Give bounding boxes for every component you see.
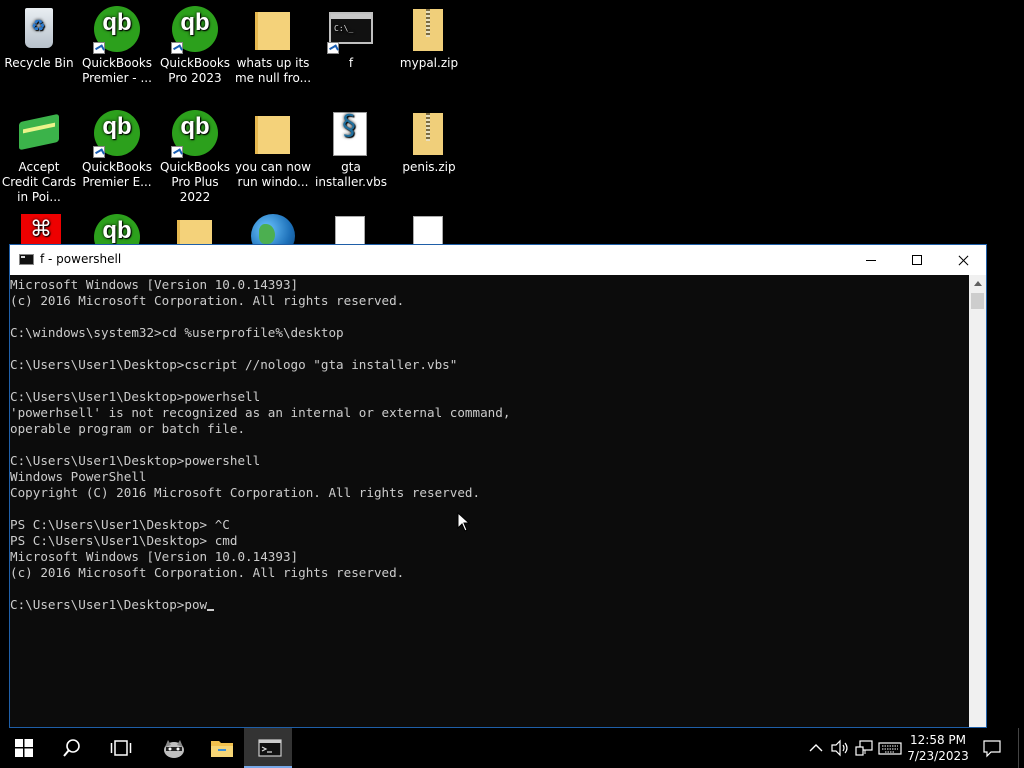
desktop-icon-quickbooks-premier-e[interactable]: qb QuickBooks Premier E... <box>78 104 156 190</box>
desktop-icon-label: QuickBooks Pro Plus 2022 <box>159 160 231 204</box>
action-center-icon[interactable] <box>982 738 1002 758</box>
console-line: operable program or batch file. <box>10 421 246 436</box>
console-line: Microsoft Windows [Version 10.0.14393] <box>10 549 299 564</box>
console-line: PS C:\Users\User1\Desktop> cmd <box>10 533 238 548</box>
shortcut-arrow-icon <box>171 146 183 158</box>
keyboard-icon[interactable] <box>878 738 902 758</box>
desktop-icon-label: Accept Credit Cards in Poi... <box>1 160 77 204</box>
shortcut-arrow-icon <box>171 42 183 54</box>
raccoon-app-icon <box>164 740 184 758</box>
shortcut-arrow-icon <box>93 42 105 54</box>
desktop-icon-accept-credit-cards[interactable]: Accept Credit Cards in Poi... <box>0 104 78 205</box>
file-explorer-icon <box>211 741 233 757</box>
shortcut-arrow-icon <box>327 42 339 54</box>
desktop-icon-label: you can now run windo... <box>235 160 311 189</box>
system-clock[interactable]: 12:58 PM 7/23/2023 <box>906 732 970 764</box>
desktop-icon-label: QuickBooks Pro 2023 <box>159 56 231 85</box>
minimize-button[interactable] <box>848 245 894 275</box>
folder-icon <box>255 116 290 154</box>
console-line: (c) 2016 Microsoft Corporation. All righ… <box>10 293 405 308</box>
console-line: C:\Users\User1\Desktop>cscript //nologo … <box>10 357 458 372</box>
volume-icon[interactable] <box>830 738 850 758</box>
console-line: C:\windows\system32>cd %userprofile%\des… <box>10 325 344 340</box>
recycle-bin-icon <box>25 8 53 48</box>
shortcut-arrow-icon <box>93 146 105 158</box>
maximize-icon <box>912 255 922 265</box>
desktop-icon-folder-null[interactable]: whats up its me null fro... <box>234 0 312 86</box>
taskbar-app-raccoon[interactable] <box>148 728 196 768</box>
folder-icon <box>255 12 290 50</box>
console-line: C:\Users\User1\Desktop>powerhsell <box>10 389 261 404</box>
console-lines: Microsoft Windows [Version 10.0.14393] (c… <box>10 277 970 597</box>
taskbar-console[interactable] <box>244 728 292 768</box>
desktop-icon-label: f <box>348 56 354 70</box>
maximize-button[interactable] <box>894 245 940 275</box>
desktop-icon-label: gta installer.vbs <box>315 160 387 189</box>
desktop-icon-label: Recycle Bin <box>4 56 74 70</box>
minimize-icon <box>866 260 876 261</box>
console-line: 'powerhsell' is not recognized as an int… <box>10 405 511 420</box>
desktop-icon-quickbooks-pro-plus-2022[interactable]: qb QuickBooks Pro Plus 2022 <box>156 104 234 205</box>
desktop-icon-quickbooks-pro-2023[interactable]: qb QuickBooks Pro 2023 <box>156 0 234 86</box>
clock-time: 12:58 PM <box>910 733 966 747</box>
taskbar: 12:58 PM 7/23/2023 <box>0 728 1024 768</box>
desktop-icon-f[interactable]: C:\_ f <box>312 0 390 71</box>
credit-card-icon <box>19 113 59 151</box>
console-line: Microsoft Windows [Version 10.0.14393] <box>10 277 299 292</box>
search-button[interactable] <box>48 728 96 768</box>
network-icon[interactable] <box>854 738 874 758</box>
console-line: PS C:\Users\User1\Desktop> ^C <box>10 517 230 532</box>
close-button[interactable] <box>940 245 986 275</box>
console-line: (c) 2016 Microsoft Corporation. All righ… <box>10 565 405 580</box>
vertical-scrollbar[interactable] <box>969 275 986 727</box>
cmd-shortcut-icon: C:\_ <box>329 12 373 44</box>
console-line: Copyright (C) 2016 Microsoft Corporation… <box>10 485 481 500</box>
desktop-icon-label: QuickBooks Premier - ... <box>81 56 153 85</box>
title-bar[interactable]: f - powershell <box>10 245 986 275</box>
desktop-icon-gta-installer[interactable]: gta installer.vbs <box>312 104 390 190</box>
desktop-icon-recycle-bin[interactable]: Recycle Bin <box>0 0 78 71</box>
show-hidden-icons-chevron-icon[interactable] <box>806 738 826 758</box>
desktop-icon-label: penis.zip <box>402 160 456 174</box>
vbs-script-icon <box>333 112 367 156</box>
windows-logo-icon <box>15 739 33 757</box>
zip-folder-icon <box>413 9 443 51</box>
desktop-icon-folder-run-windows[interactable]: you can now run windo... <box>234 104 312 190</box>
desktop-icon-mypal-zip[interactable]: mypal.zip <box>390 0 468 71</box>
console-line: Windows PowerShell <box>10 469 147 484</box>
console-output[interactable]: Microsoft Windows [Version 10.0.14393] (c… <box>10 277 970 727</box>
search-icon <box>63 739 80 757</box>
task-view-icon <box>110 740 132 756</box>
console-icon <box>258 739 282 757</box>
desktop-icon-quickbooks-premier[interactable]: qb QuickBooks Premier - ... <box>78 0 156 86</box>
desktop-icon-penis-zip[interactable]: penis.zip <box>390 104 468 175</box>
desktop-icon-label: mypal.zip <box>399 56 459 70</box>
console-prompt-line[interactable]: C:\Users\User1\Desktop>pow <box>10 597 970 613</box>
console-line: C:\Users\User1\Desktop>powershell <box>10 453 261 468</box>
desktop-icon-label: whats up its me null fro... <box>234 56 312 85</box>
text-cursor <box>207 609 215 611</box>
taskbar-file-explorer[interactable] <box>196 728 244 768</box>
console-input[interactable]: C:\Users\User1\Desktop>pow <box>10 597 207 612</box>
scroll-thumb[interactable] <box>971 293 984 309</box>
zip-folder-icon <box>413 113 443 155</box>
clock-date: 7/23/2023 <box>907 749 969 763</box>
start-button[interactable] <box>0 728 48 768</box>
window-title: f - powershell <box>40 252 122 266</box>
scroll-up-arrow-icon[interactable] <box>969 275 986 292</box>
console-app-icon[interactable] <box>19 254 34 265</box>
desktop-icon-label: QuickBooks Premier E... <box>81 160 153 189</box>
console-window[interactable]: f - powershell Microsoft Windows [Versio… <box>9 244 987 728</box>
show-desktop-button[interactable] <box>1018 728 1024 768</box>
task-view-button[interactable] <box>96 728 144 768</box>
